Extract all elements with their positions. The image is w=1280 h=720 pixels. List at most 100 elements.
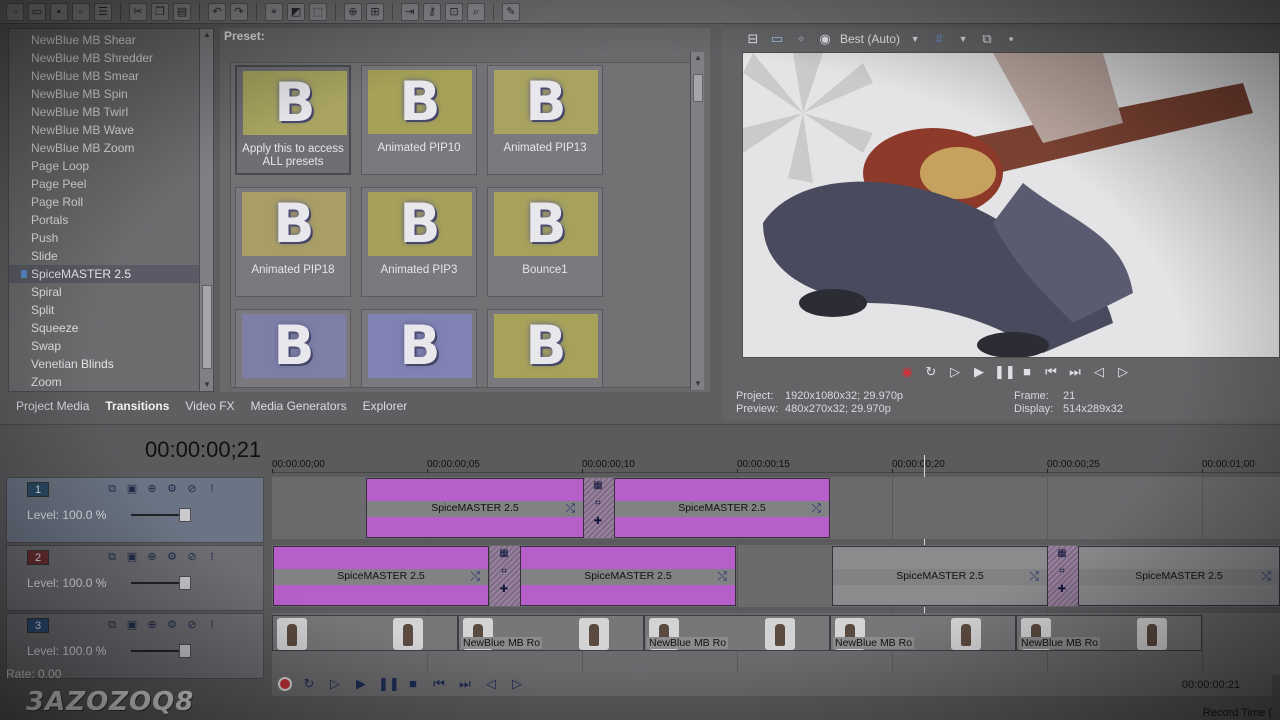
scroll-down-icon[interactable]: ▼ bbox=[691, 378, 705, 390]
settings-icon[interactable]: ⚙ bbox=[165, 550, 179, 564]
track-motion-icon[interactable]: ⧉ bbox=[105, 550, 119, 564]
preset-thumbnail[interactable]: B Animated PIP3 bbox=[361, 187, 477, 297]
copy-icon[interactable]: ❐ bbox=[151, 2, 169, 21]
scroll-up-icon[interactable]: ▲ bbox=[691, 52, 705, 64]
compositing-icon[interactable]: ⊕ bbox=[145, 618, 159, 632]
track-fx-icon[interactable]: ▣ bbox=[125, 482, 139, 496]
transitions-scrollbar[interactable]: ▲ ▼ bbox=[199, 29, 213, 391]
mute-icon[interactable]: ⊘ bbox=[185, 550, 199, 564]
play-from-start-icon[interactable]: ▷ bbox=[326, 676, 344, 692]
track-motion-icon[interactable]: ⧉ bbox=[105, 618, 119, 632]
go-to-start-icon[interactable]: ⏮ bbox=[1042, 364, 1060, 380]
event-clip[interactable]: SpiceMASTER 2.5 ⤭ bbox=[273, 546, 489, 606]
transition-item[interactable]: NewBlue MB Twirl bbox=[9, 103, 213, 121]
next-frame-icon[interactable]: ▷ bbox=[1114, 364, 1132, 380]
transition-item[interactable]: Page Roll bbox=[9, 193, 213, 211]
properties-icon[interactable]: ☰ bbox=[94, 2, 112, 21]
normal-edit-icon[interactable]: ⌖ bbox=[265, 2, 283, 21]
transition-item[interactable]: Portals bbox=[9, 211, 213, 229]
preset-thumbnail[interactable]: B Animated PIP18 bbox=[235, 187, 351, 297]
track-motion-icon[interactable]: ⧉ bbox=[105, 482, 119, 496]
event-clip[interactable]: SpiceMASTER 2.5 ⤭ bbox=[614, 478, 830, 538]
slider-knob[interactable] bbox=[179, 508, 191, 522]
tab-project-media[interactable]: Project Media bbox=[8, 396, 97, 416]
transition-item[interactable]: NewBlue MB Smear bbox=[9, 67, 213, 85]
preview-quality-dropdown[interactable]: Best (Auto) bbox=[840, 32, 900, 46]
stop-icon[interactable]: ■ bbox=[404, 676, 422, 692]
preset-thumbnail[interactable]: B bbox=[235, 309, 351, 387]
solo-icon[interactable]: ! bbox=[205, 482, 219, 496]
save-icon[interactable]: ▪ bbox=[50, 2, 68, 21]
transition-item[interactable]: Page Peel bbox=[9, 175, 213, 193]
tab-explorer[interactable]: Explorer bbox=[355, 396, 416, 416]
chevron-down-icon[interactable]: ▼ bbox=[954, 31, 972, 47]
crop-icon[interactable]: ⌗ bbox=[497, 566, 511, 578]
go-to-end-icon[interactable]: ⏭ bbox=[456, 676, 474, 692]
play-from-start-icon[interactable]: ▷ bbox=[946, 364, 964, 380]
split-screen-icon[interactable]: ◉ bbox=[816, 31, 834, 47]
tab-transitions[interactable]: Transitions bbox=[97, 396, 177, 416]
plus-icon[interactable]: ✚ bbox=[497, 584, 511, 596]
transition-fx-icon[interactable]: ⤭ bbox=[811, 501, 821, 516]
plus-icon[interactable]: ✚ bbox=[591, 516, 605, 528]
crop-icon[interactable]: ⌗ bbox=[591, 498, 605, 510]
transition-fx-icon[interactable]: ⤭ bbox=[1029, 569, 1039, 584]
transition-item[interactable]: Push bbox=[9, 229, 213, 247]
scroll-up-icon[interactable]: ▲ bbox=[200, 29, 214, 41]
settings-icon[interactable]: ⚙ bbox=[165, 618, 179, 632]
transition-properties-icon[interactable]: ▦ bbox=[497, 548, 511, 560]
scrollbar-thumb[interactable] bbox=[693, 74, 703, 102]
transition-fx-icon[interactable]: ⤭ bbox=[1261, 569, 1271, 584]
transition-item[interactable]: NewBlue MB Spin bbox=[9, 85, 213, 103]
mute-icon[interactable]: ⊘ bbox=[185, 618, 199, 632]
scrollbar-thumb[interactable] bbox=[202, 285, 212, 369]
track-lane[interactable]: SpiceMASTER 2.5 ⤭ ▦ ⌗ ✚ SpiceMASTER 2.5 ⤭ Spice… bbox=[272, 545, 1280, 607]
video-clip[interactable]: NewBlue MB Ro bbox=[830, 615, 1016, 651]
play-icon[interactable]: ▶ bbox=[970, 364, 988, 380]
chevron-down-icon[interactable]: ▼ bbox=[906, 31, 924, 47]
event-clip[interactable]: SpiceMASTER 2.5 ⤭ bbox=[1078, 546, 1280, 606]
transition-item[interactable]: NewBlue MB Wave bbox=[9, 121, 213, 139]
pause-icon[interactable]: ❚❚ bbox=[994, 364, 1016, 380]
preset-thumbnail[interactable]: B Apply this to access ALL presets bbox=[235, 65, 351, 175]
track-header[interactable]: 2 ⧉ ▣ ⊕ ⚙ ⊘! Level: 100.0 % bbox=[6, 545, 264, 611]
transition-item[interactable]: Spiral bbox=[9, 283, 213, 301]
transition-item[interactable]: NewBlue MB Shear bbox=[9, 31, 213, 49]
transition-fx-icon[interactable]: ⤭ bbox=[470, 569, 480, 584]
compositing-icon[interactable]: ⊕ bbox=[145, 482, 159, 496]
track-lane[interactable]: NewBlue MB Ro NewBlue MB Ro NewBlue MB Ro N… bbox=[272, 613, 1280, 675]
previous-frame-icon[interactable]: ◁ bbox=[1090, 364, 1108, 380]
transition-item[interactable]: Page Loop bbox=[9, 157, 213, 175]
envelope-icon[interactable]: ◩ bbox=[287, 2, 305, 21]
video-clip[interactable] bbox=[272, 615, 458, 651]
transition-zone[interactable]: ▦ ⌗ ✚ bbox=[584, 478, 614, 538]
crop-icon[interactable]: ⌗ bbox=[1055, 566, 1069, 578]
plus-icon[interactable]: ✚ bbox=[1055, 584, 1069, 596]
scroll-down-icon[interactable]: ▼ bbox=[200, 379, 214, 391]
go-to-end-icon[interactable]: ⏭ bbox=[1066, 364, 1084, 380]
preset-thumbnail[interactable]: B Animated PIP10 bbox=[361, 65, 477, 175]
pause-icon[interactable]: ❚❚ bbox=[378, 676, 400, 692]
transition-item[interactable]: Zoom bbox=[9, 373, 213, 391]
transition-fx-icon[interactable]: ⤭ bbox=[565, 501, 575, 516]
slider-knob[interactable] bbox=[179, 644, 191, 658]
tab-video-fx[interactable]: Video FX bbox=[177, 396, 242, 416]
track-level-slider[interactable] bbox=[131, 644, 191, 658]
solo-icon[interactable]: ! bbox=[205, 618, 219, 632]
play-icon[interactable]: ▶ bbox=[352, 676, 370, 692]
cut-icon[interactable]: ✂ bbox=[129, 2, 147, 21]
compositing-icon[interactable]: ⊕ bbox=[145, 550, 159, 564]
copy-snapshot-icon[interactable]: ⧉ bbox=[978, 31, 996, 47]
redo-icon[interactable]: ↷ bbox=[230, 2, 248, 21]
video-clip[interactable]: NewBlue MB Ro bbox=[458, 615, 644, 651]
slider-knob[interactable] bbox=[179, 576, 191, 590]
track-level-slider[interactable] bbox=[131, 576, 191, 590]
transition-fx-icon[interactable]: ⤭ bbox=[717, 569, 727, 584]
snap-icon[interactable]: ⊞ bbox=[366, 2, 384, 21]
event-clip[interactable]: SpiceMASTER 2.5 ⤭ bbox=[832, 546, 1048, 606]
preset-thumbnail[interactable]: B bbox=[361, 309, 477, 387]
open-icon[interactable]: ▭ bbox=[28, 2, 46, 21]
track-level-slider[interactable] bbox=[131, 508, 191, 522]
time-ruler[interactable]: 00:00:00;00 00:00:00;05 00:00:00;10 00:00:0… bbox=[272, 455, 1280, 675]
preview-fx-icon[interactable]: ⌖ bbox=[792, 31, 810, 47]
